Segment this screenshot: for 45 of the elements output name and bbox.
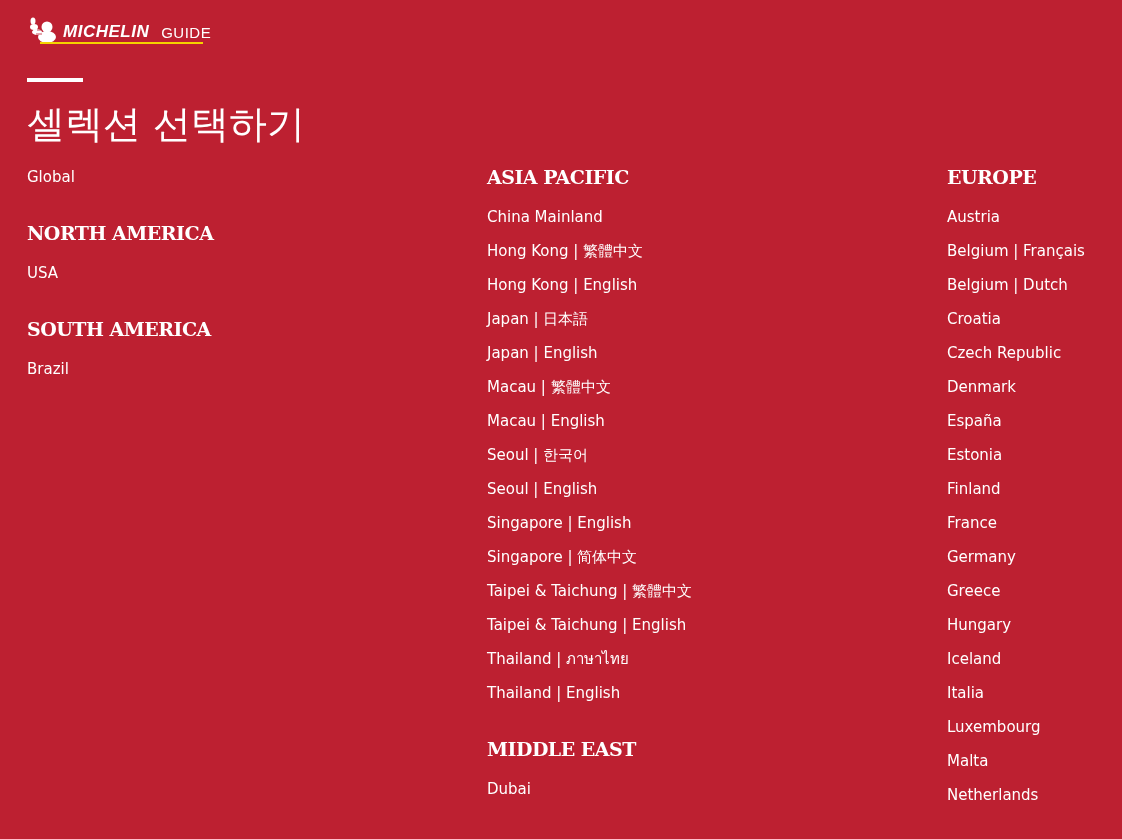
- selection-link[interactable]: USA: [27, 256, 59, 290]
- selection-link[interactable]: Hong Kong | English: [487, 268, 638, 302]
- selection-link[interactable]: Macau | English: [487, 404, 605, 438]
- selection-link[interactable]: Singapore | English: [487, 506, 632, 540]
- selection-link[interactable]: Taipei & Taichung | 繁體中文: [487, 574, 693, 608]
- selection-link[interactable]: Luxembourg: [947, 710, 1041, 744]
- selection-link[interactable]: Thailand | ภาษาไทย: [487, 642, 629, 676]
- selection-link[interactable]: Hungary: [947, 608, 1012, 642]
- selection-link[interactable]: Seoul | 한국어: [487, 438, 589, 472]
- region-heading: ASIA PACIFIC: [487, 165, 629, 190]
- selection-link[interactable]: Austria: [947, 200, 1000, 234]
- selection-link[interactable]: Czech Republic: [947, 336, 1062, 370]
- selection-link[interactable]: Italia: [947, 676, 985, 710]
- selection-link[interactable]: Iceland: [947, 642, 1002, 676]
- region-heading: NORTH AMERICA: [27, 221, 214, 246]
- selection-link[interactable]: Croatia: [947, 302, 1001, 336]
- selection-link[interactable]: Estonia: [947, 438, 1003, 472]
- selection-link[interactable]: Belgium | Dutch: [947, 268, 1068, 302]
- selection-link[interactable]: Macau | 繁體中文: [487, 370, 611, 404]
- logo-wordmark[interactable]: MICHELIN: [63, 23, 150, 40]
- selection-link[interactable]: Taipei & Taichung | English: [487, 608, 687, 642]
- selection-link[interactable]: China Mainland: [487, 200, 603, 234]
- selection-link[interactable]: Dubai: [487, 772, 531, 806]
- selection-link[interactable]: Netherlands: [947, 778, 1039, 812]
- region-heading: MIDDLE EAST: [487, 737, 636, 762]
- selection-link[interactable]: Seoul | English: [487, 472, 598, 506]
- selection-link[interactable]: Belgium | Français: [947, 234, 1085, 268]
- selection-link[interactable]: France: [947, 506, 997, 540]
- selection-link[interactable]: Malta: [947, 744, 989, 778]
- logo-suffix: GUIDE: [161, 25, 212, 40]
- selection-link[interactable]: Japan | English: [487, 336, 598, 370]
- selection-link[interactable]: Germany: [947, 540, 1016, 574]
- selection-link[interactable]: Finland: [947, 472, 1001, 506]
- selection-link[interactable]: Denmark: [947, 370, 1016, 404]
- selection-link[interactable]: Thailand | English: [487, 676, 621, 710]
- selection-link[interactable]: Japan | 日本語: [487, 302, 589, 336]
- selection-link[interactable]: Singapore | 简体中文: [487, 540, 638, 574]
- selection-link[interactable]: Greece: [947, 574, 1001, 608]
- selection-link[interactable]: Brazil: [27, 352, 69, 386]
- page-title: 셀렉션 선택하기: [27, 101, 307, 148]
- region-heading: EUROPE: [947, 165, 1037, 190]
- selection-link[interactable]: Hong Kong | 繁體中文: [487, 234, 644, 268]
- selection-link[interactable]: España: [947, 404, 1002, 438]
- selection-link[interactable]: Global: [27, 160, 75, 194]
- region-heading: SOUTH AMERICA: [27, 317, 211, 342]
